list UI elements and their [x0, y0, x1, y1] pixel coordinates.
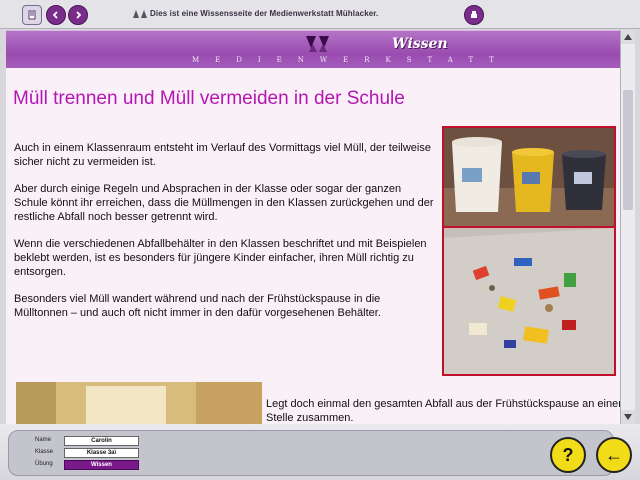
scroll-down-icon[interactable]: [621, 410, 635, 424]
exercise-label: Übung: [35, 461, 53, 467]
waste-photo: [442, 226, 616, 376]
back-button[interactable]: ←: [596, 437, 632, 473]
top-message: Dies ist eine Wissensseite der Medienwer…: [150, 9, 379, 18]
scrollbar-thumb[interactable]: [623, 90, 633, 210]
forward-arrow-icon[interactable]: [68, 5, 88, 25]
paragraph-4: Besonders viel Müll wandert während und …: [14, 293, 381, 319]
page-icon[interactable]: [22, 5, 42, 25]
top-toolbar: Dies ist eine Wissensseite der Medienwer…: [0, 0, 640, 29]
name-label: Name: [35, 437, 52, 443]
bottom-bar: Name Carolin Klasse Klasse 3a\ Übung Wis…: [0, 424, 640, 480]
header-banner: Wissen MEDIENWERKSTATT: [6, 30, 620, 70]
section-label: Wissen: [392, 36, 448, 52]
back-arrow-icon[interactable]: [46, 5, 66, 25]
name-value: Carolin: [64, 436, 139, 446]
class-label: Klasse: [35, 449, 54, 455]
content-area: Müll trennen und Müll vermeiden in der S…: [6, 68, 620, 424]
bins-photo: [442, 126, 616, 228]
paragraph-1: Auch in einem Klassenraum entsteht im Ve…: [14, 142, 431, 168]
help-button[interactable]: ?: [550, 437, 586, 473]
medienwerkstatt-logo-small-icon: [133, 10, 147, 18]
exercise-value: Wissen: [64, 460, 139, 470]
scroll-up-icon[interactable]: [621, 30, 635, 44]
class-value: Klasse 3a\: [64, 448, 139, 458]
vertical-scrollbar[interactable]: [620, 30, 635, 424]
medienwerkstatt-logo-icon: [306, 36, 329, 52]
page-title: Müll trennen und Müll vermeiden in der S…: [13, 88, 405, 109]
paragraph-5: Legt doch einmal den gesamten Abfall aus…: [266, 398, 620, 424]
paragraph-2: Aber durch einige Regeln und Absprachen …: [14, 183, 434, 223]
classroom-photo: [16, 382, 262, 424]
user-info-panel: Name Carolin Klasse Klasse 3a\ Übung Wis…: [8, 430, 614, 476]
brand-text: MEDIENWERKSTATT: [192, 56, 510, 64]
print-icon[interactable]: [464, 5, 484, 25]
paragraph-3: Wenn die verschiedenen Abfallbehälter in…: [14, 238, 427, 278]
